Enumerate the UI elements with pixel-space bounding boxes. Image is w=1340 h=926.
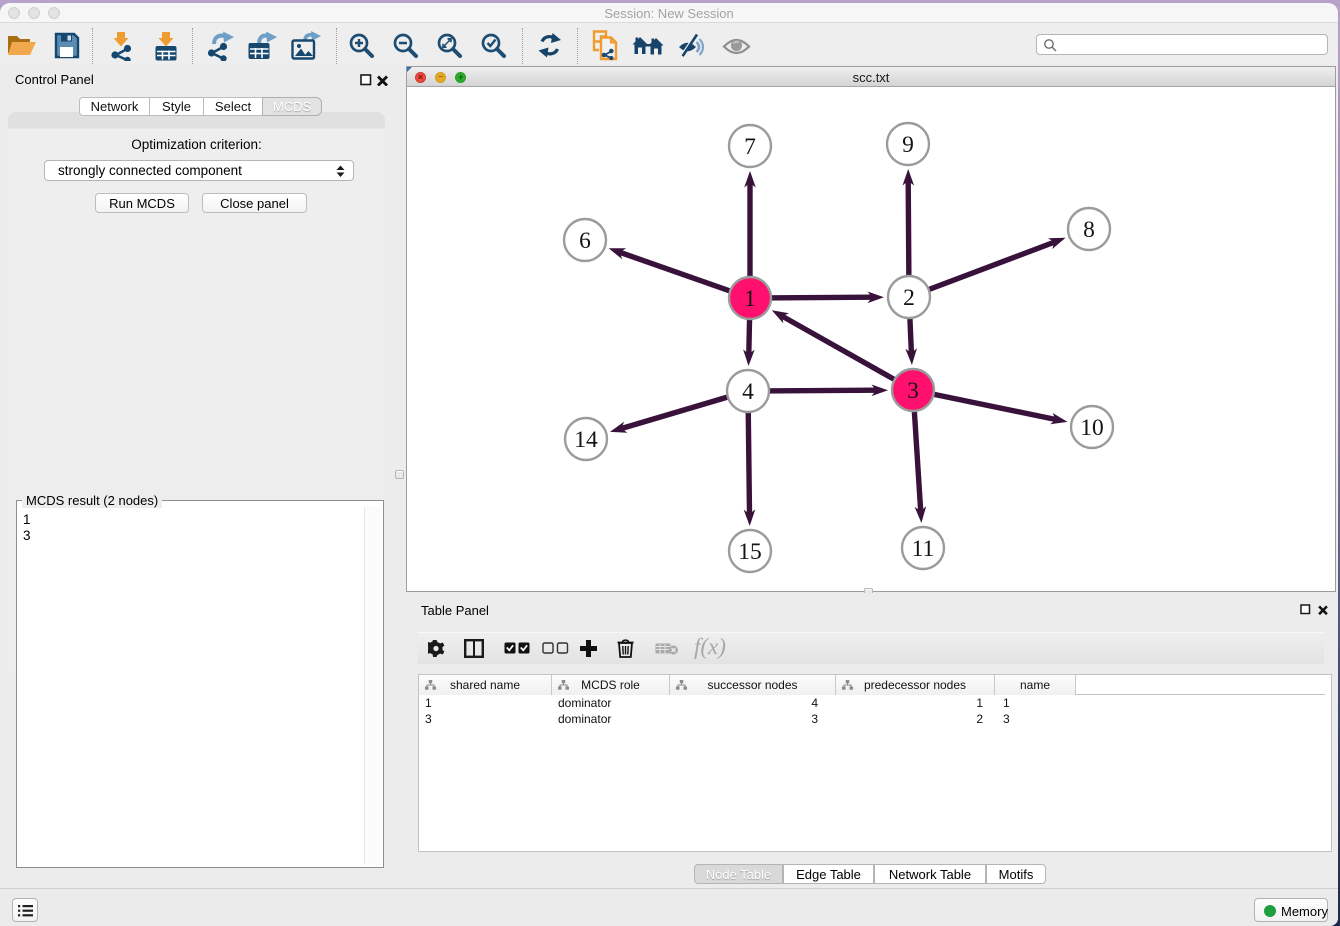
svg-text:15: 15	[738, 539, 762, 565]
svg-text:11: 11	[912, 536, 935, 562]
svg-text:9: 9	[902, 132, 914, 158]
svg-text:8: 8	[1083, 217, 1095, 243]
svg-text:3: 3	[907, 378, 919, 404]
svg-text:2: 2	[903, 285, 915, 311]
svg-text:1: 1	[744, 286, 756, 312]
svg-text:6: 6	[579, 228, 591, 254]
svg-text:14: 14	[574, 427, 598, 453]
svg-text:4: 4	[742, 379, 754, 405]
svg-text:7: 7	[744, 134, 756, 160]
svg-text:10: 10	[1080, 415, 1104, 441]
